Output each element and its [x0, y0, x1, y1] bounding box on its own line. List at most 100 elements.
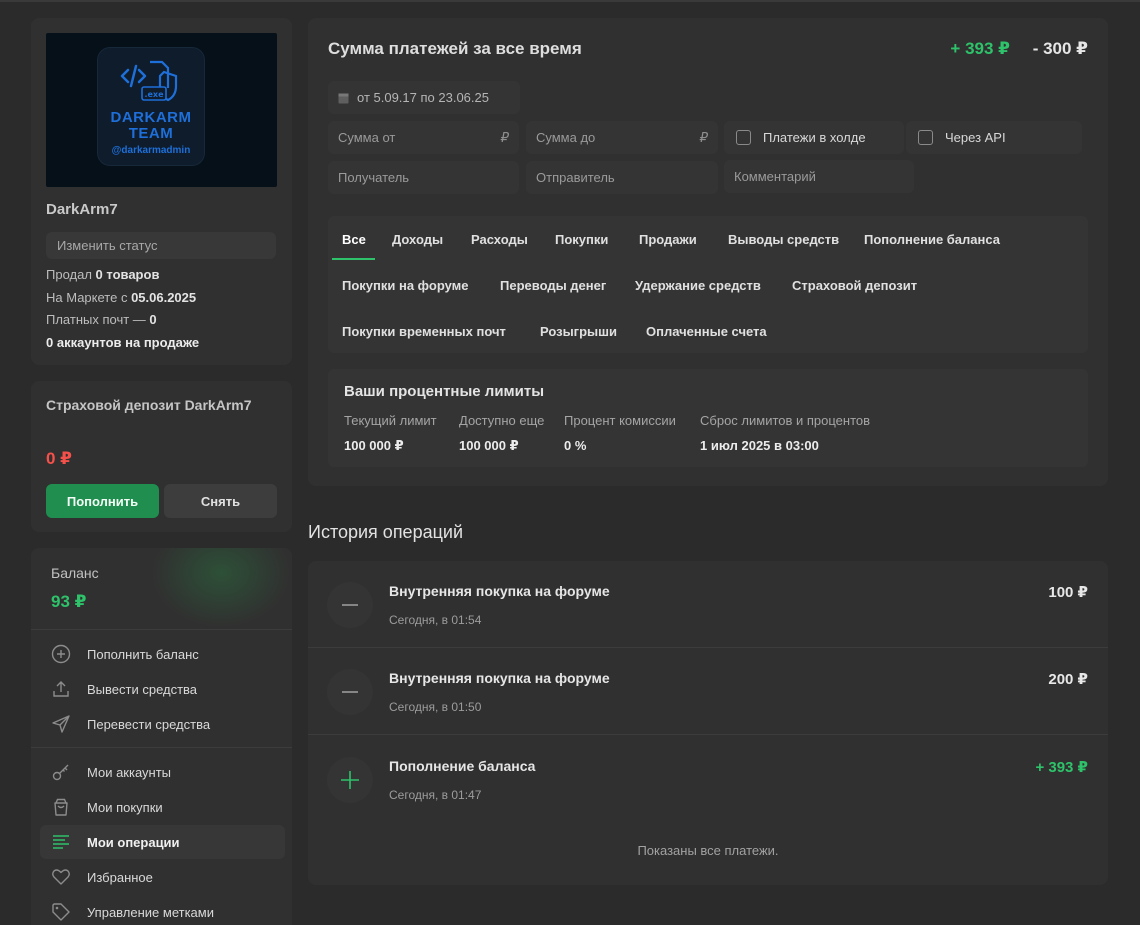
comment-placeholder: Комментарий: [734, 169, 816, 184]
minus-icon: [327, 669, 373, 715]
menu-my-accounts[interactable]: Мои аккаунты: [40, 755, 285, 789]
sender-input[interactable]: Отправитель: [526, 161, 718, 194]
key-icon: [50, 761, 72, 783]
recipient-input[interactable]: Получатель: [328, 161, 519, 194]
operation-name: Внутренняя покупка на форуме: [389, 670, 610, 686]
limit-current-label: Текущий лимит: [344, 413, 437, 428]
tab-balance-topup[interactable]: Пополнение баланса: [864, 232, 1000, 247]
sold-count-line: Продал 0 товаров: [46, 267, 160, 282]
tab-held-funds[interactable]: Удержание средств: [635, 278, 761, 293]
recipient-placeholder: Получатель: [338, 170, 410, 185]
date-range-text: от 5.09.17 по 23.06.25: [357, 90, 489, 105]
deposit-withdraw-button[interactable]: Снять: [164, 484, 277, 518]
operation-time: Сегодня, в 01:47: [389, 788, 482, 802]
list-icon: [50, 831, 72, 853]
accounts-for-sale[interactable]: 0 аккаунтов на продаже: [46, 335, 199, 350]
logo-text-line1: DARKARM: [110, 109, 192, 126]
tag-icon: [50, 901, 72, 923]
tab-temp-mail-purchases[interactable]: Покупки временных почт: [342, 324, 506, 339]
logo-handle: @darkarmadmin: [111, 145, 191, 156]
operation-amount: 200 ₽: [1048, 671, 1088, 688]
send-icon: [50, 713, 72, 735]
menu-label: Вывести средства: [87, 681, 198, 697]
list-item[interactable]: Пополнение баланса Сегодня, в 01:47 + 39…: [308, 736, 1108, 823]
list-item[interactable]: Внутренняя покупка на форуме Сегодня, в …: [308, 561, 1108, 648]
percentage-limits: Ваши процентные лимиты Текущий лимит Дос…: [328, 369, 1088, 467]
limits-title: Ваши процентные лимиты: [344, 383, 545, 400]
hold-payments-checkbox[interactable]: Платежи в холде: [724, 121, 904, 154]
date-range-picker[interactable]: от 5.09.17 по 23.06.25: [328, 81, 520, 114]
logo-text-line2: TEAM: [128, 125, 174, 142]
deposit-topup-button[interactable]: Пополнить: [46, 484, 159, 518]
menu-withdraw[interactable]: Вывести средства: [40, 672, 285, 706]
operation-time: Сегодня, в 01:50: [389, 700, 482, 714]
operation-name: Пополнение баланса: [389, 758, 536, 774]
team-logo: .exe DARKARM TEAM @darkarmadmin: [98, 48, 204, 165]
avatar[interactable]: .exe DARKARM TEAM @darkarmadmin: [46, 33, 277, 187]
tab-purchases[interactable]: Покупки: [555, 232, 608, 247]
limit-reset-label: Сброс лимитов и процентов: [700, 413, 871, 428]
menu-my-purchases[interactable]: Мои покупки: [40, 790, 285, 824]
tab-paid-invoices[interactable]: Оплаченные счета: [646, 324, 767, 339]
menu-topup-balance[interactable]: Пополнить баланс: [40, 637, 285, 671]
comment-input[interactable]: Комментарий: [724, 160, 914, 193]
menu-label: Управление метками: [87, 904, 214, 920]
menu-my-operations[interactable]: Мои операции: [40, 825, 285, 859]
via-api-label: Через API: [945, 130, 1006, 145]
status-input[interactable]: Изменить статус: [46, 232, 276, 259]
menu-label: Мои покупки: [87, 799, 163, 815]
tab-sales[interactable]: Продажи: [639, 232, 697, 247]
bag-icon: [50, 796, 72, 818]
ruble-icon: ₽: [699, 130, 708, 145]
active-tab-indicator: [332, 258, 375, 260]
menu-label: Мои аккаунты: [87, 764, 172, 780]
tab-expenses[interactable]: Расходы: [471, 232, 528, 247]
deposit-amount: 0 ₽: [46, 449, 73, 468]
menu-label: Мои операции: [87, 834, 180, 850]
market-since-line: На Маркете с 05.06.2025: [46, 290, 197, 305]
limit-available-label: Доступно еще: [459, 413, 545, 428]
all-payments-shown: Показаны все платежи.: [637, 843, 779, 858]
row-divider: [308, 734, 1108, 735]
tab-income[interactable]: Доходы: [392, 232, 443, 247]
sender-placeholder: Отправитель: [536, 170, 615, 185]
list-item[interactable]: Внутренняя покупка на форуме Сегодня, в …: [308, 648, 1108, 735]
commission-label: Процент комиссии: [564, 413, 676, 428]
tab-all[interactable]: Все: [342, 232, 366, 247]
ruble-icon: ₽: [500, 130, 509, 145]
commission-value: 0 %: [564, 438, 587, 453]
balance-value: 93 ₽: [51, 592, 87, 611]
tab-forum-purchases[interactable]: Покупки на форуме: [342, 278, 469, 293]
tab-insurance-deposit[interactable]: Страховой депозит: [792, 278, 917, 293]
via-api-checkbox[interactable]: Через API: [906, 121, 1082, 154]
minus-icon: [327, 582, 373, 628]
summary-income: + 393 ₽: [950, 39, 1010, 58]
summary-title: Сумма платежей за все время: [328, 39, 582, 58]
balance-label: Баланс: [51, 565, 99, 581]
sum-from-input[interactable]: Сумма от ₽: [328, 121, 519, 154]
plus-circle-icon: [50, 643, 72, 665]
svg-text:.exe: .exe: [144, 90, 164, 99]
summary-expense: - 300 ₽: [1032, 39, 1088, 58]
payments-summary-card: Сумма платежей за все время + 393 ₽ - 30…: [308, 18, 1108, 486]
deposit-card: Страховой депозит DarkArm7 0 ₽ Пополнить…: [31, 381, 292, 532]
menu-transfer[interactable]: Перевести средства: [40, 707, 285, 741]
paid-mail-line: Платных почт — 0: [46, 312, 157, 327]
code-shield-icon: .exe: [120, 60, 178, 102]
limit-available-value: 100 000 ₽: [459, 438, 519, 453]
balance-card: Баланс 93 ₽ Пополнить баланс Вывести сре…: [31, 548, 292, 925]
deposit-title: Страховой депозит DarkArm7: [46, 397, 252, 413]
menu-manage-tags[interactable]: Управление метками: [40, 895, 285, 925]
username[interactable]: DarkArm7: [46, 201, 118, 218]
operation-type-tabs: Все Доходы Расходы Покупки Продажи Вывод…: [328, 216, 1088, 353]
tab-withdrawals[interactable]: Выводы средств: [728, 232, 839, 247]
sum-to-input[interactable]: Сумма до ₽: [526, 121, 718, 154]
top-divider: [0, 0, 1140, 2]
tab-giveaways[interactable]: Розыгрыши: [540, 324, 617, 339]
menu-label: Избранное: [87, 869, 153, 885]
checkbox-icon: [918, 130, 933, 145]
menu-divider: [31, 747, 292, 748]
menu-favorites[interactable]: Избранное: [40, 860, 285, 894]
operation-time: Сегодня, в 01:54: [389, 613, 482, 627]
tab-money-transfers[interactable]: Переводы денег: [500, 278, 606, 293]
